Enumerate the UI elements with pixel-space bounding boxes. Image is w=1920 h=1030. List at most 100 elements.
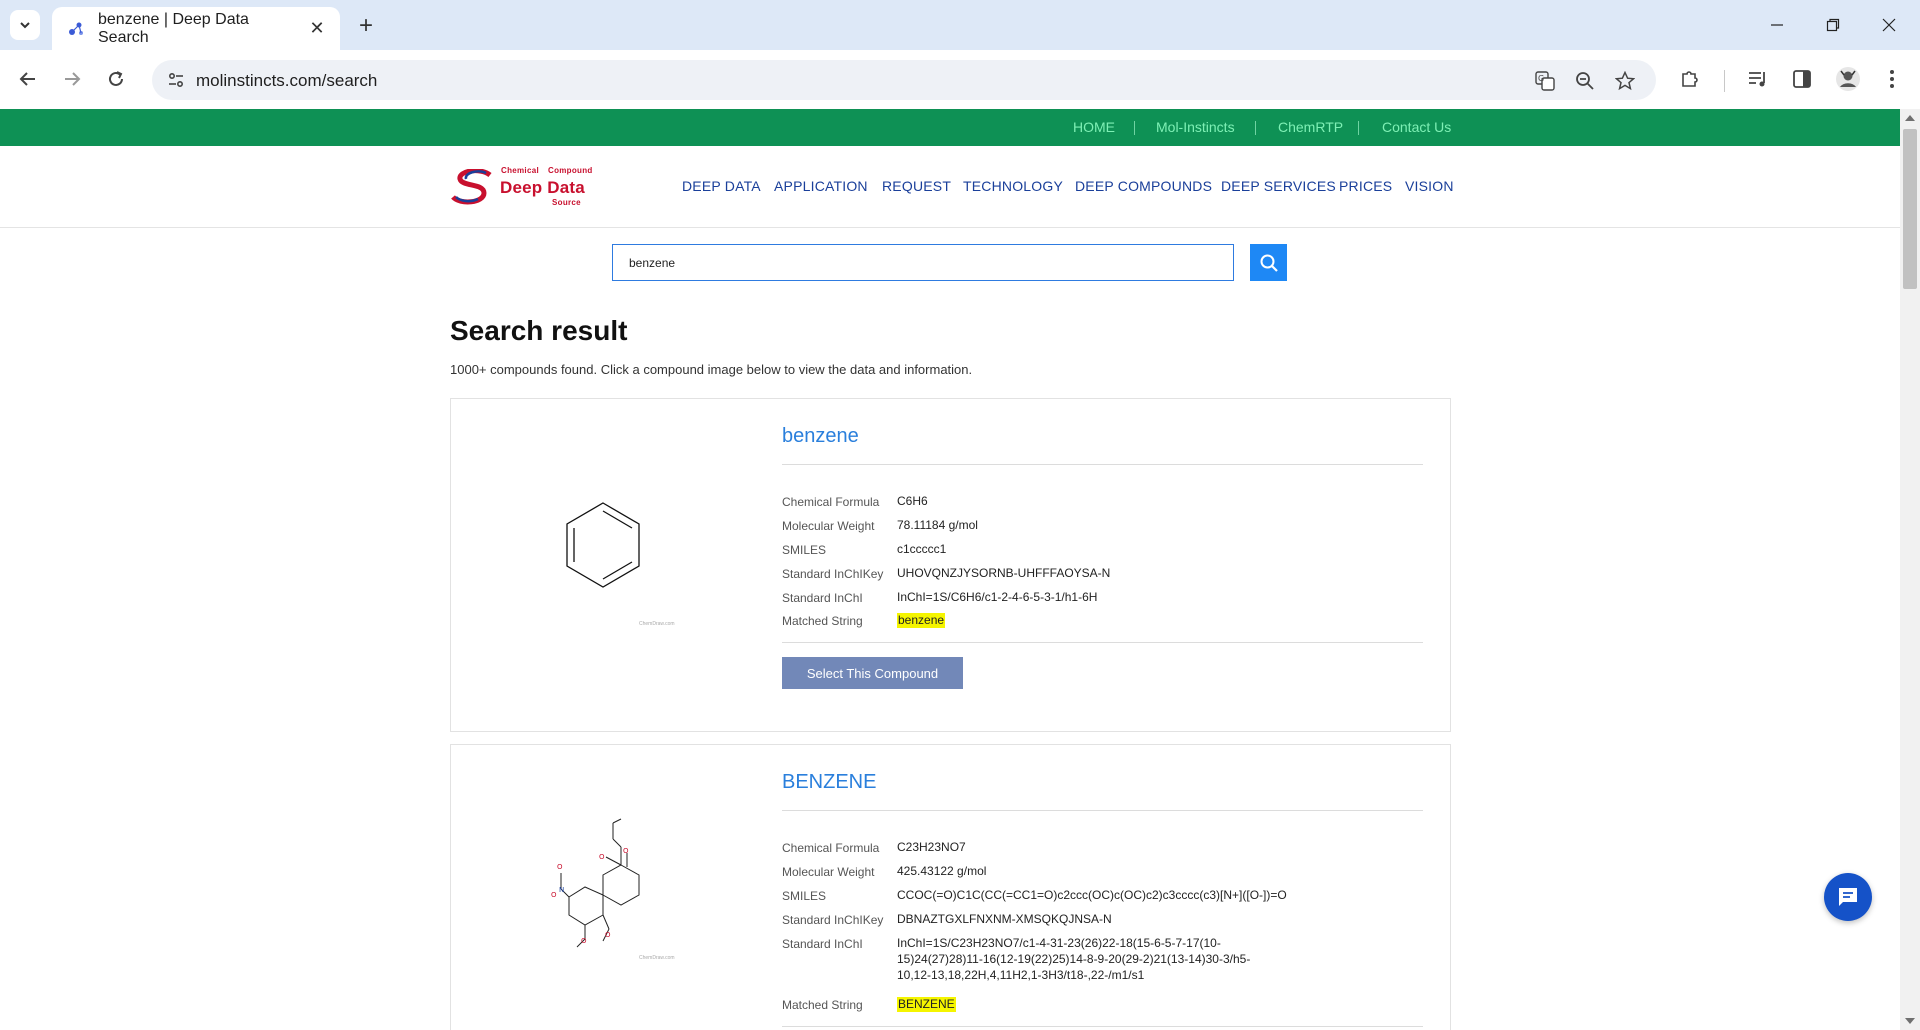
result-count: 1000+ compounds found. Click a compound …	[450, 362, 973, 377]
compound-name-link[interactable]: BENZENE	[782, 771, 876, 794]
close-window-icon[interactable]	[1866, 8, 1912, 42]
compound-structure-image[interactable]	[563, 499, 643, 591]
nav-technology[interactable]: TECHNOLOGY	[963, 178, 1063, 194]
label-inchikey: Standard InChIKey	[782, 913, 884, 927]
select-compound-button[interactable]: Select This Compound	[782, 657, 963, 689]
search-input[interactable]	[612, 244, 1234, 281]
media-icon[interactable]	[1744, 65, 1772, 93]
value-inchi-line-2: 15)24(27)28)11-16(12-19(22)25)14-8-9-20(…	[897, 952, 1251, 966]
label-molecular-weight: Molecular Weight	[782, 865, 875, 879]
value-inchi-line-3: 10,12-13,18,22H,4,11H2,1-3H3/t18-,22-/m1…	[897, 968, 1145, 982]
plus-icon[interactable]: +	[352, 12, 380, 40]
label-smiles: SMILES	[782, 543, 827, 557]
scroll-up-icon[interactable]	[1905, 115, 1915, 121]
svg-text:O: O	[581, 937, 587, 945]
tab-title: benzene | Deep Data Search	[98, 10, 249, 46]
compound-card: O O O N O O O ChemDraw.com BENZENE Chemi…	[450, 744, 1451, 1030]
address-bar[interactable]: molinstincts.com/search G	[152, 60, 1656, 100]
value-molecular-weight: 425.43122 g/mol	[897, 864, 987, 878]
top-link-separator	[1134, 121, 1135, 135]
search-icon	[1260, 254, 1278, 272]
back-icon[interactable]	[12, 63, 44, 95]
label-inchikey: Standard InChIKey	[782, 567, 884, 581]
top-link-mol-instincts[interactable]: Mol-Instincts	[1156, 119, 1235, 135]
forward-icon[interactable]	[56, 63, 88, 95]
logo-text-deep-data: Deep Data	[500, 178, 585, 197]
image-watermark: ChemDraw.com	[639, 621, 675, 627]
profile-icon[interactable]	[1834, 65, 1862, 93]
value-smiles: c1ccccc1	[897, 542, 947, 556]
svg-text:O: O	[623, 847, 629, 855]
top-link-contact-us[interactable]: Contact Us	[1382, 119, 1451, 135]
nav-prices[interactable]: PRICES	[1339, 178, 1392, 194]
value-chemical-formula: C6H6	[897, 494, 928, 508]
page-viewport: HOME Mol-Instincts ChemRTP Contact Us Ch…	[0, 109, 1900, 1030]
svg-text:O: O	[557, 863, 563, 871]
chat-button[interactable]	[1824, 873, 1872, 921]
label-smiles: SMILES	[782, 889, 827, 903]
star-icon[interactable]	[1614, 70, 1636, 92]
browser-tab[interactable]: benzene | Deep Data Search ✕	[52, 7, 340, 50]
value-inchikey: UHOVQNZJYSORNB-UHFFFAOYSA-N	[897, 566, 1111, 580]
restore-icon[interactable]	[1810, 8, 1856, 42]
label-matched-string: Matched String	[782, 998, 863, 1012]
nav-request[interactable]: REQUEST	[882, 178, 951, 194]
top-link-separator	[1255, 121, 1256, 135]
label-chemical-formula: Chemical Formula	[782, 495, 880, 509]
top-link-chemrtp[interactable]: ChemRTP	[1278, 119, 1343, 135]
nav-deep-compounds[interactable]: DEEP COMPOUNDS	[1075, 178, 1212, 194]
chevron-down-icon	[20, 22, 30, 29]
nav-vision[interactable]: VISION	[1405, 178, 1454, 194]
image-watermark: ChemDraw.com	[639, 955, 675, 961]
value-inchi: InChI=1S/C6H6/c1-2-4-6-5-3-1/h1-6H	[897, 590, 1098, 604]
browser-toolbar: molinstincts.com/search G	[0, 50, 1920, 109]
close-icon[interactable]: ✕	[304, 16, 330, 42]
svg-text:G: G	[1538, 74, 1544, 83]
value-inchi-line-1: InChI=1S/C23H23NO7/c1-4-31-23(26)22-18(1…	[897, 936, 1221, 950]
top-link-home[interactable]: HOME	[1073, 119, 1115, 135]
value-smiles: CCOC(=O)C1C(CC(=CC1=O)c2ccc(OC)c(OC)c2)c…	[897, 888, 1287, 902]
translate-icon[interactable]: G	[1534, 70, 1556, 92]
top-link-separator	[1358, 121, 1359, 135]
value-chemical-formula: C23H23NO7	[897, 840, 966, 854]
label-matched-string: Matched String	[782, 614, 863, 628]
tab-search-button[interactable]	[10, 10, 40, 40]
top-link-bar: HOME Mol-Instincts ChemRTP Contact Us	[0, 109, 1900, 146]
sidepanel-icon[interactable]	[1788, 65, 1816, 93]
reload-icon[interactable]	[100, 63, 132, 95]
search-button[interactable]	[1250, 244, 1287, 281]
svg-text:O: O	[605, 931, 611, 939]
label-chemical-formula: Chemical Formula	[782, 841, 880, 855]
compound-structure-image[interactable]: O O O N O O O	[551, 817, 661, 957]
zoom-icon[interactable]	[1574, 70, 1596, 92]
toolbar-divider	[1724, 70, 1725, 92]
site-favicon-icon	[66, 19, 86, 39]
minimize-icon[interactable]	[1754, 8, 1800, 42]
page-title: Search result	[450, 315, 628, 346]
nav-application[interactable]: APPLICATION	[774, 178, 868, 194]
menu-icon[interactable]	[1878, 65, 1906, 93]
logo-text-compound: Compound	[548, 166, 593, 175]
divider	[782, 464, 1423, 465]
nav-deep-services[interactable]: DEEP SERVICES	[1221, 178, 1336, 194]
nav-deep-data[interactable]: DEEP DATA	[682, 178, 761, 194]
logo-mark-icon	[451, 169, 492, 205]
label-inchi: Standard InChI	[782, 937, 863, 951]
label-molecular-weight: Molecular Weight	[782, 519, 875, 533]
browser-tab-strip: benzene | Deep Data Search ✕ +	[0, 0, 1920, 50]
svg-text:O: O	[551, 891, 557, 899]
page-scrollbar[interactable]	[1900, 109, 1920, 1030]
divider	[782, 642, 1423, 643]
site-header: Chemical Compound Deep Data Source DEEP …	[0, 146, 1900, 228]
logo-text-chemical: Chemical	[501, 166, 539, 175]
site-logo[interactable]: Chemical Compound Deep Data Source	[450, 166, 600, 208]
svg-text:O: O	[599, 853, 605, 861]
scroll-down-icon[interactable]	[1905, 1018, 1915, 1024]
chat-icon	[1839, 888, 1857, 906]
compound-name-link[interactable]: benzene	[782, 425, 859, 448]
scrollbar-thumb[interactable]	[1903, 129, 1917, 289]
value-matched-string: benzene	[897, 613, 946, 628]
extensions-icon[interactable]	[1676, 65, 1704, 93]
site-settings-icon[interactable]	[166, 70, 186, 90]
label-inchi: Standard InChI	[782, 591, 863, 605]
